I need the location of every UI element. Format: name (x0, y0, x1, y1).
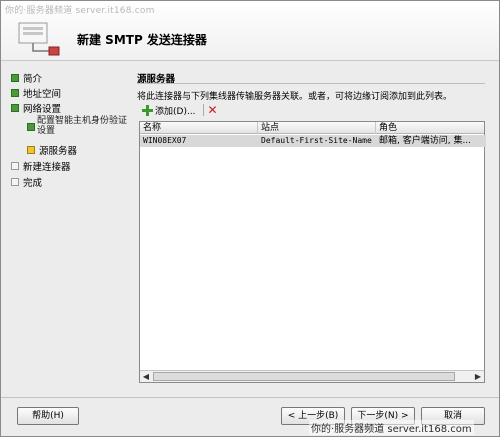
step-current-icon (27, 146, 35, 154)
section-description: 将此连接器与下列集线器传输服务器关联。或者，可将边缘订阅添加到此列表。 (137, 92, 453, 102)
nav-label: 地址空间 (23, 89, 62, 100)
cell-site: Default-First-Site-Name (261, 136, 372, 145)
section-divider (137, 83, 485, 84)
step-pending-icon (11, 178, 19, 186)
nav-item-source-server[interactable]: 源服务器 (27, 143, 77, 157)
wizard-nav: 简介 地址空间 网络设置 配置智能主机身份验证设置 源服务器 新建连接器 完成 (1, 63, 131, 393)
remove-icon[interactable]: ✕ (208, 104, 218, 116)
column-header-site[interactable]: 站点 (258, 122, 376, 134)
step-done-icon (11, 89, 19, 97)
scroll-right-icon[interactable]: ▶ (472, 371, 484, 382)
add-label: 添加(D)... (155, 106, 196, 117)
wizard-content: 源服务器 将此连接器与下列集线器传输服务器关联。或者，可将边缘订阅添加到此列表。… (133, 69, 489, 391)
column-header-name[interactable]: 名称 (140, 122, 258, 134)
step-done-icon (11, 104, 19, 112)
add-server-button[interactable]: 添加(D)... (139, 103, 199, 118)
nav-label: 简介 (23, 74, 43, 85)
nav-item-finish[interactable]: 完成 (11, 175, 42, 189)
wizard-title: 新建 SMTP 发送连接器 (77, 33, 207, 47)
server-toolbar: 添加(D)... ✕ (139, 103, 218, 117)
cell-name: WIN08EX07 (143, 136, 187, 145)
server-list[interactable]: 名称 站点 角色 WIN08EX07 Default-First-Site-Na… (139, 121, 486, 383)
nav-label: 新建连接器 (23, 162, 71, 173)
scroll-thumb[interactable] (153, 372, 455, 381)
column-header-roles[interactable]: 角色 (376, 122, 486, 134)
list-header: 名称 站点 角色 (140, 122, 484, 134)
horizontal-scrollbar[interactable]: ◀ ▶ (140, 370, 484, 382)
footer-divider (1, 397, 499, 398)
step-pending-icon (11, 162, 19, 170)
toolbar-divider (202, 104, 204, 116)
nav-item-smarthost-auth[interactable]: 配置智能主机身份验证设置 (37, 116, 129, 136)
step-done-icon (11, 74, 19, 82)
cell-roles: 邮箱, 客户端访问, 集... (379, 136, 472, 146)
help-button[interactable]: 帮助(H) (17, 407, 79, 425)
nav-label: 源服务器 (39, 146, 78, 157)
wizard-window: 你的·服务器频道 server.it168.com 新建 SMTP 发送连接器 … (0, 0, 500, 437)
watermark-top: 你的·服务器频道 server.it168.com (5, 6, 155, 16)
connector-icon (18, 22, 60, 56)
nav-label: 网络设置 (23, 104, 62, 115)
nav-item-new-connector[interactable]: 新建连接器 (11, 159, 71, 173)
step-done-icon (27, 123, 35, 131)
wizard-header: 你的·服务器频道 server.it168.com 新建 SMTP 发送连接器 (1, 1, 499, 61)
watermark-bottom: 你的·服务器频道 server.it168.com (309, 420, 474, 435)
scroll-left-icon[interactable]: ◀ (140, 371, 152, 382)
table-row[interactable]: WIN08EX07 Default-First-Site-Name 邮箱, 客户… (140, 135, 486, 147)
plus-icon (142, 104, 153, 116)
nav-item-address-space[interactable]: 地址空间 (11, 86, 61, 100)
nav-item-intro[interactable]: 简介 (11, 71, 42, 85)
nav-label: 完成 (23, 178, 43, 189)
nav-item-network-settings[interactable]: 网络设置 (11, 101, 61, 115)
